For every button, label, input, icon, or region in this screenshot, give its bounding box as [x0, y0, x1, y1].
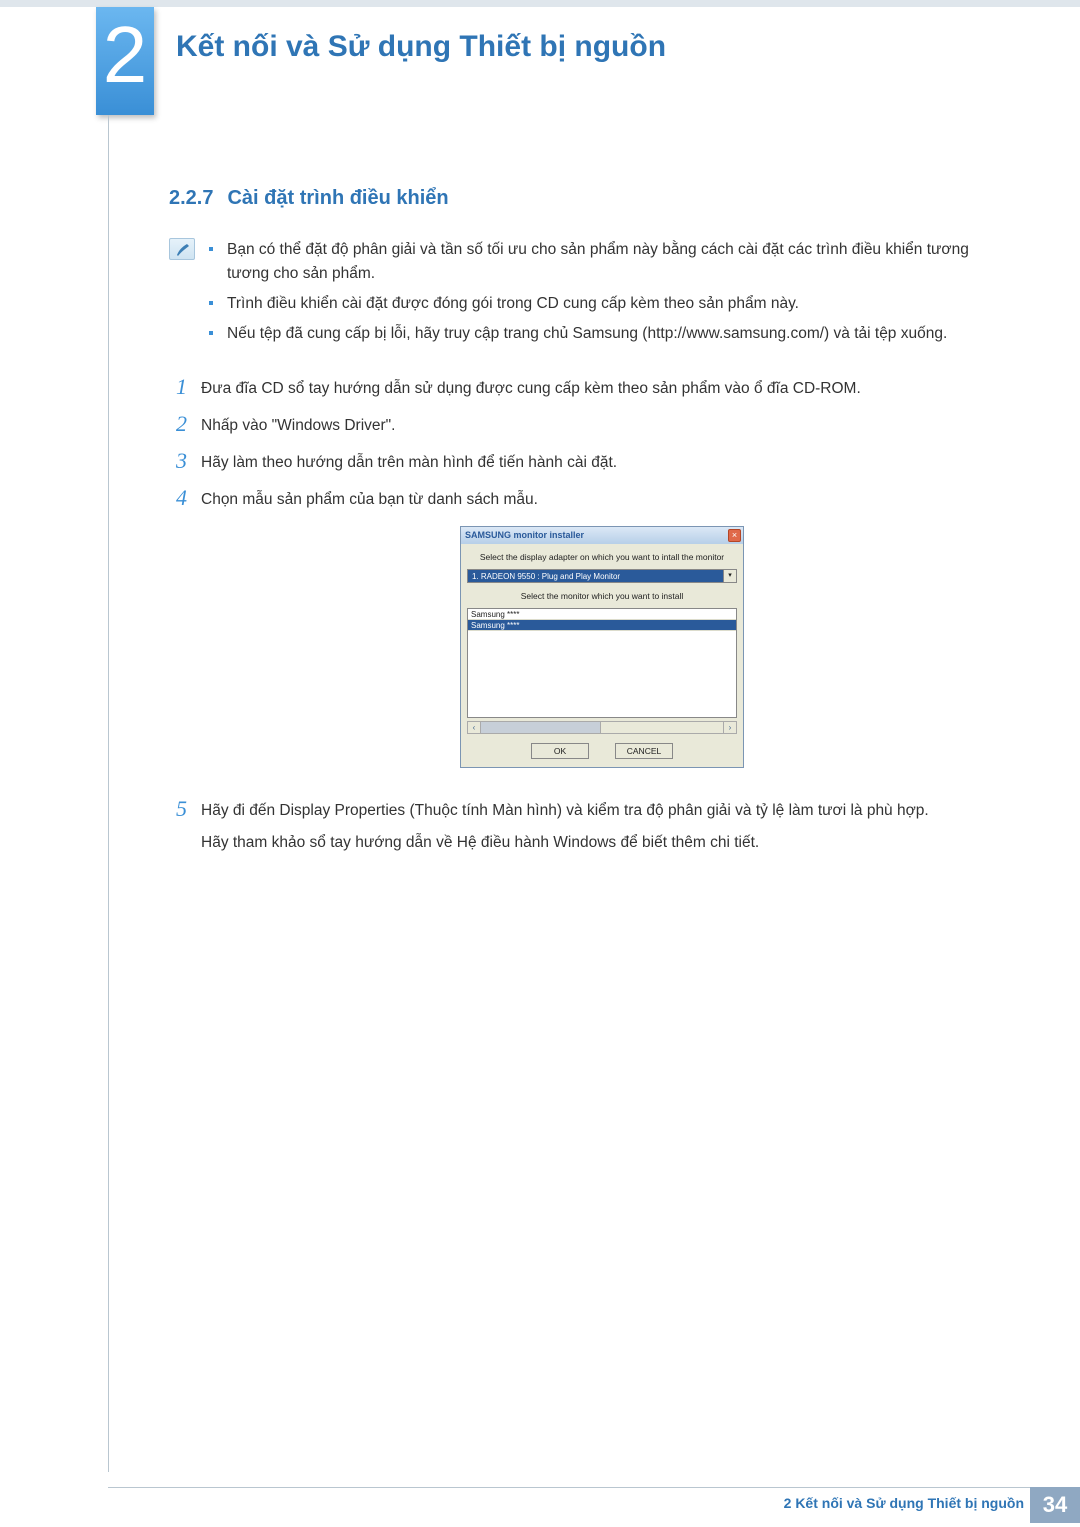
list-item[interactable]: Samsung **** — [468, 609, 736, 620]
chapter-title: Kết nối và Sử dụng Thiết bị nguồn — [176, 30, 666, 64]
step-text: Đưa đĩa CD sổ tay hướng dẫn sử dụng được… — [201, 374, 985, 401]
dialog-titlebar: SAMSUNG monitor installer × — [461, 527, 743, 544]
dialog-label: Select the monitor which you want to ins… — [467, 590, 737, 603]
note-icon — [169, 238, 195, 260]
footer-chapter-title: 2 Kết nối và Sử dụng Thiết bị nguồn — [784, 1495, 1024, 1511]
page-number: 34 — [1030, 1487, 1080, 1523]
dialog-button-row: OK CANCEL — [467, 743, 737, 759]
step: 4 Chọn mẫu sản phẩm của bạn từ danh sách… — [169, 485, 985, 786]
step: 2 Nhấp vào "Windows Driver". — [169, 411, 985, 438]
step-text-line: Hãy đi đến Display Properties (Thuộc tín… — [201, 799, 985, 823]
page-footer: 2 Kết nối và Sử dụng Thiết bị nguồn 34 — [0, 1487, 1080, 1527]
step: 5 Hãy đi đến Display Properties (Thuộc t… — [169, 796, 985, 863]
step-text-line: Hãy tham khảo sổ tay hướng dẫn về Hệ điề… — [201, 831, 985, 855]
note-bullet-list: Bạn có thể đặt độ phân giải và tần số tố… — [209, 238, 985, 352]
monitor-listbox[interactable]: Samsung **** Samsung **** — [467, 608, 737, 718]
section-title: Cài đặt trình điều khiển — [227, 187, 448, 209]
chapter-number: 2 — [103, 15, 148, 95]
dialog-body: Select the display adapter on which you … — [461, 544, 743, 767]
vertical-rule — [108, 115, 109, 1472]
list-item[interactable]: Samsung **** — [468, 620, 736, 631]
ok-button[interactable]: OK — [531, 743, 589, 759]
scroll-left-icon[interactable]: ‹ — [468, 722, 481, 733]
step-text-line: Chọn mẫu sản phẩm của bạn từ danh sách m… — [201, 488, 985, 512]
step-number: 2 — [169, 411, 187, 438]
installer-dialog: SAMSUNG monitor installer × Select the d… — [460, 526, 744, 768]
page: 2 Kết nối và Sử dụng Thiết bị nguồn 2.2.… — [0, 0, 1080, 1527]
footer-rule — [108, 1487, 1080, 1488]
scrollbar-thumb[interactable] — [481, 722, 601, 733]
horizontal-scrollbar[interactable]: ‹ › — [467, 721, 737, 734]
dialog-label: Select the display adapter on which you … — [467, 551, 737, 564]
step-text: Hãy đi đến Display Properties (Thuộc tín… — [201, 796, 985, 863]
page-header: 2 Kết nối và Sử dụng Thiết bị nguồn — [0, 0, 1080, 115]
step-number: 3 — [169, 448, 187, 475]
note-block: Bạn có thể đặt độ phân giải và tần số tố… — [169, 238, 985, 352]
dialog-screenshot: SAMSUNG monitor installer × Select the d… — [219, 526, 985, 768]
section-number: 2.2.7 — [169, 187, 213, 209]
step-text: Chọn mẫu sản phẩm của bạn từ danh sách m… — [201, 485, 985, 786]
step: 3 Hãy làm theo hướng dẫn trên màn hình đ… — [169, 448, 985, 475]
dialog-title: SAMSUNG monitor installer — [465, 529, 584, 543]
combobox-value: 1. RADEON 9550 : Plug and Play Monitor — [467, 569, 723, 583]
scrollbar-track[interactable] — [601, 722, 723, 733]
note-bullet: Nếu tệp đã cung cấp bị lỗi, hãy truy cập… — [209, 322, 985, 346]
step-text: Hãy làm theo hướng dẫn trên màn hình để … — [201, 448, 985, 475]
step: 1 Đưa đĩa CD sổ tay hướng dẫn sử dụng đư… — [169, 374, 985, 401]
chapter-number-tab: 2 — [96, 7, 154, 115]
content-area: 2.2.7 Cài đặt trình điều khiển Bạn có thể… — [169, 187, 985, 874]
chevron-down-icon[interactable]: ▾ — [723, 569, 737, 583]
step-text: Nhấp vào "Windows Driver". — [201, 411, 985, 438]
step-number: 4 — [169, 485, 187, 786]
adapter-combobox[interactable]: 1. RADEON 9550 : Plug and Play Monitor ▾ — [467, 569, 737, 583]
section-heading: 2.2.7 Cài đặt trình điều khiển — [169, 187, 985, 210]
scroll-right-icon[interactable]: › — [723, 722, 736, 733]
step-number: 1 — [169, 374, 187, 401]
steps-list: 1 Đưa đĩa CD sổ tay hướng dẫn sử dụng đư… — [169, 374, 985, 863]
header-stripe — [0, 0, 1080, 7]
step-number: 5 — [169, 796, 187, 863]
close-icon[interactable]: × — [728, 529, 741, 542]
note-bullet: Trình điều khiển cài đặt được đóng gói t… — [209, 292, 985, 316]
cancel-button[interactable]: CANCEL — [615, 743, 673, 759]
note-bullet: Bạn có thể đặt độ phân giải và tần số tố… — [209, 238, 985, 286]
